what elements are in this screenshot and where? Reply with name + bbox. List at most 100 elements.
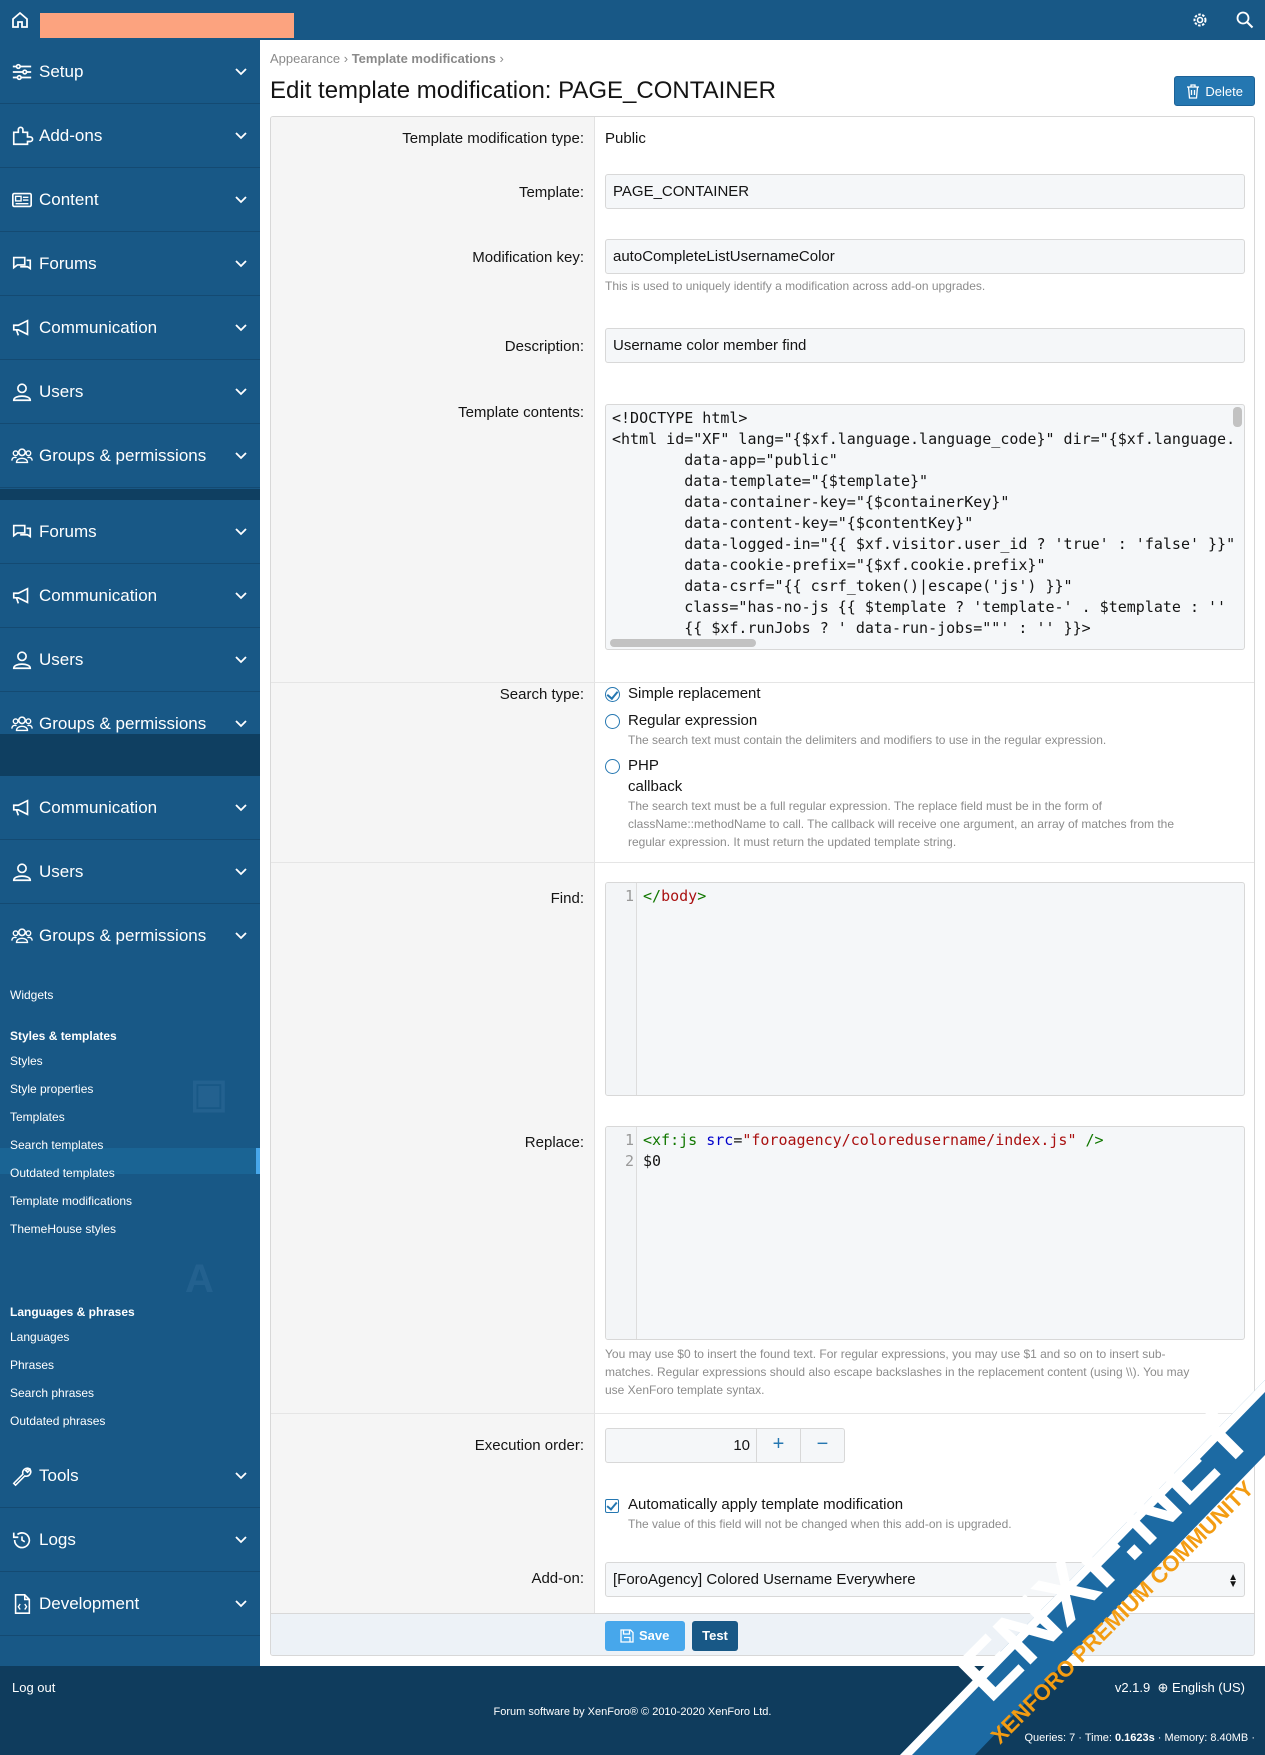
test-button[interactable]: Test: [692, 1621, 738, 1651]
chevron-down-icon: [235, 196, 247, 204]
template-contents-viewer[interactable]: <!DOCTYPE html> <html id="XF" lang="{$xf.…: [605, 404, 1245, 650]
auto-apply-checkbox[interactable]: [605, 1499, 619, 1513]
sidebar-link-languages[interactable]: Languages: [10, 1330, 69, 1344]
sidebar-link-styles[interactable]: Styles: [10, 1054, 43, 1068]
search-type-label: Search type:: [499, 686, 584, 703]
sidebar-section-communication[interactable]: Communication: [0, 296, 260, 360]
sidebar-link-search-phrases[interactable]: Search phrases: [10, 1386, 94, 1400]
chevron-down-icon: [235, 592, 247, 600]
users-icon: [11, 716, 33, 732]
sidebar-link-style-properties[interactable]: Style properties: [10, 1082, 93, 1096]
sidebar-section-label: Users: [39, 382, 84, 401]
sidebar-link-search-templates[interactable]: Search templates: [10, 1138, 103, 1152]
select-arrows-icon: ▲ ▼: [1228, 1572, 1238, 1590]
execution-order-input[interactable]: 10: [606, 1429, 756, 1462]
appearance-submenu: ▣ A Widgets Styles & templates Styles Sty…: [0, 959, 260, 1444]
php-callback-hint-2: className::methodName to call. The callb…: [628, 817, 1175, 831]
puzzle-icon: [12, 126, 34, 146]
search-icon[interactable]: [1235, 10, 1255, 30]
sidebar-section-users[interactable]: Users: [0, 360, 260, 424]
sidebar-section-add-ons[interactable]: Add-ons: [0, 104, 260, 168]
increment-button[interactable]: +: [756, 1429, 800, 1462]
chevron-down-icon: [235, 656, 247, 664]
bullhorn-icon: [12, 319, 29, 336]
chevron-down-icon: [235, 1536, 247, 1544]
php-callback-radio[interactable]: [605, 759, 620, 774]
breadcrumb-template-modifications[interactable]: Template modifications: [352, 51, 496, 66]
execution-order-stepper: 10 + −: [605, 1428, 845, 1463]
sidebar-section-groups-permissions[interactable]: Groups & permissions: [0, 424, 260, 488]
sidebar-link-outdated-phrases[interactable]: Outdated phrases: [10, 1414, 105, 1428]
breadcrumb-appearance[interactable]: Appearance: [270, 51, 340, 66]
template-code-line: {{ $xf.runJobs ? ' data-run-jobs=""' : '…: [612, 619, 1091, 637]
auto-apply-hint: The value of this field will not be chan…: [628, 1517, 1012, 1531]
auto-apply-label[interactable]: Automatically apply template modificatio…: [628, 1496, 903, 1513]
sidebar-section-label: Groups & permissions: [39, 446, 207, 465]
sidebar-link-themehouse-styles[interactable]: ThemeHouse styles: [10, 1222, 116, 1236]
sidebar-section-tools[interactable]: Tools: [0, 1444, 260, 1508]
home-icon[interactable]: [10, 10, 30, 30]
sidebar-link-widgets[interactable]: Widgets: [10, 988, 53, 1002]
regular-expression-hint: The search text must contain the delimit…: [628, 733, 1107, 747]
decrement-button[interactable]: −: [800, 1429, 844, 1462]
language-chooser[interactable]: English (US): [1172, 1680, 1245, 1695]
sidebar-section-development[interactable]: Development: [0, 1572, 260, 1636]
version-number: v2.1.9: [1114, 1680, 1151, 1695]
sidebar-section-communication[interactable]: Communication: [0, 776, 260, 840]
replace-code-line-1: <xf:js src="foroagency/coloredusername/i…: [643, 1131, 1104, 1149]
template-input[interactable]: PAGE_CONTAINER: [605, 174, 1245, 209]
chevron-down-icon: [235, 1600, 247, 1608]
sidebar-link-templates[interactable]: Templates: [10, 1110, 65, 1124]
horizontal-scrollbar[interactable]: [610, 639, 756, 647]
sidebar-section-users[interactable]: Users: [0, 628, 260, 692]
simple-replacement-radio[interactable]: [605, 687, 620, 702]
sidebar-section-users[interactable]: Users: [0, 840, 260, 904]
template-code-line: data-template="{$template}": [612, 472, 929, 490]
sidebar-link-outdated-templates[interactable]: Outdated templates: [10, 1166, 115, 1180]
simple-replacement-label[interactable]: Simple replacement: [628, 685, 761, 702]
sidebar-section-communication[interactable]: Communication: [0, 564, 260, 628]
sidebar-section-label: Development: [39, 1594, 140, 1613]
sidebar-section-logs[interactable]: Logs: [0, 1508, 260, 1572]
replace-code-editor[interactable]: 1 2 <xf:js src="foroagency/coloreduserna…: [605, 1126, 1245, 1340]
sidebar-section-label: Content: [39, 190, 99, 209]
chevron-down-icon: [235, 804, 247, 812]
sidebar-heading-styles: Styles & templates: [10, 1029, 117, 1043]
find-code-editor[interactable]: 1 </body>: [605, 882, 1245, 1096]
template-code-line: class="has-no-js {{ $template ? 'templat…: [612, 598, 1227, 616]
save-button[interactable]: Save: [605, 1621, 685, 1651]
php-callback-label-1[interactable]: PHP: [628, 757, 659, 774]
site-logo[interactable]: [40, 13, 294, 38]
breadcrumb: Appearance › Template modifications ›: [270, 51, 504, 66]
globe-icon: ⊕: [1153, 1680, 1169, 1695]
sidebar-section-setup[interactable]: Setup: [0, 40, 260, 104]
replace-hint-2: matches. Regular expressions should also…: [605, 1365, 1190, 1379]
logout-link[interactable]: Log out: [12, 1680, 55, 1695]
bullhorn-icon: [12, 799, 29, 816]
settings-cogs-icon[interactable]: [1190, 10, 1210, 30]
chevron-down-icon: [235, 932, 247, 940]
delete-button[interactable]: Delete: [1174, 76, 1255, 106]
sidebar-section-label: Forums: [39, 522, 97, 541]
vertical-scrollbar[interactable]: [1233, 407, 1242, 427]
sidebar-link-phrases[interactable]: Phrases: [10, 1358, 54, 1372]
description-input[interactable]: Username color member find: [605, 328, 1245, 363]
add-on-label: Add-on:: [531, 1570, 584, 1587]
modification-key-input[interactable]: autoCompleteListUsernameColor: [605, 239, 1245, 274]
sidebar-link-template-modifications[interactable]: Template modifications: [10, 1194, 132, 1208]
replace-hint-1: You may use $0 to insert the found text.…: [605, 1347, 1166, 1361]
copyright: Forum software by XenForo® © 2010-2020 X…: [493, 1706, 772, 1718]
php-callback-label-2[interactable]: callback: [628, 778, 682, 795]
user-icon: [12, 383, 32, 402]
line-number: 1: [624, 1131, 634, 1149]
add-on-select[interactable]: [ForoAgency] Colored Username Everywhere…: [605, 1562, 1245, 1597]
replace-code-line-2: $0: [643, 1152, 662, 1170]
bullhorn-icon: [12, 587, 29, 604]
sidebar-section-forums[interactable]: Forums: [0, 500, 260, 564]
chevron-down-icon: [235, 528, 247, 536]
regular-expression-radio[interactable]: [605, 714, 620, 729]
regular-expression-label[interactable]: Regular expression: [628, 712, 757, 729]
sidebar-section-forums[interactable]: Forums: [0, 232, 260, 296]
find-label: Find:: [550, 890, 584, 907]
sidebar-section-content[interactable]: Content: [0, 168, 260, 232]
